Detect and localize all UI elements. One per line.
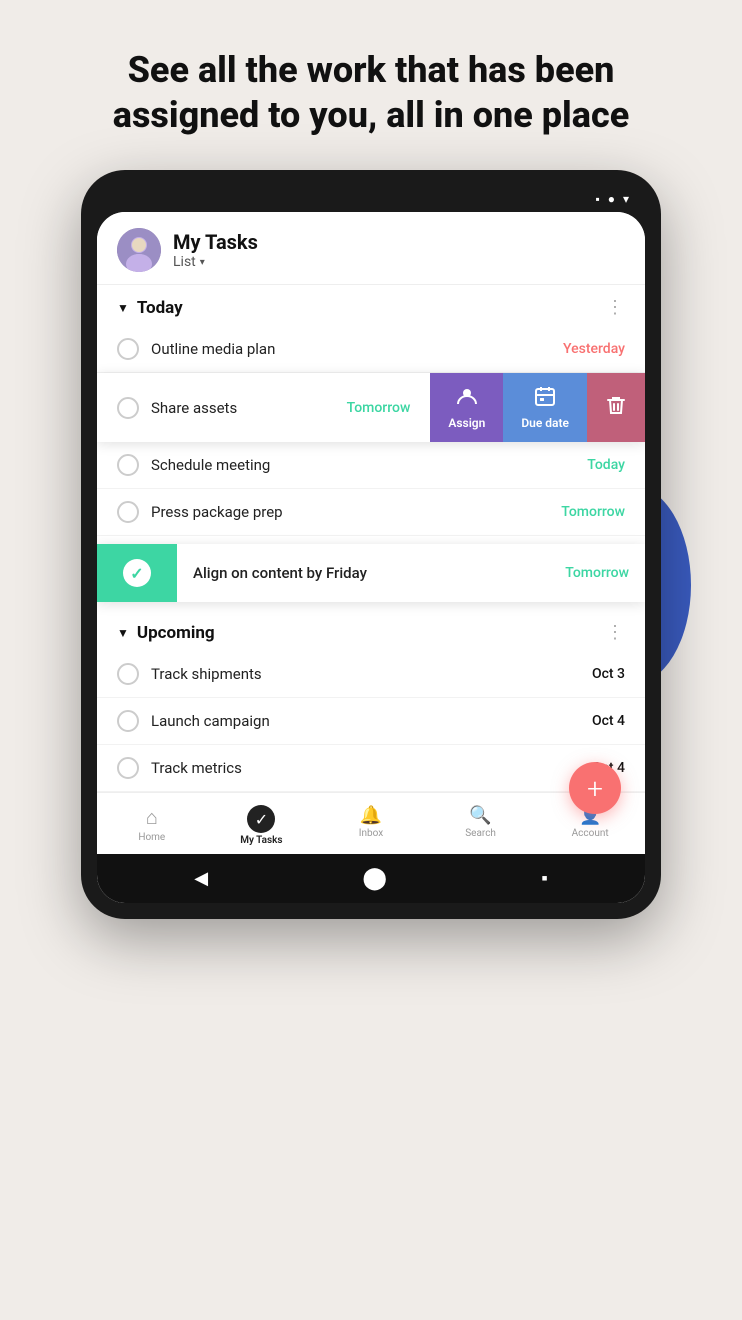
task-name: Schedule meeting xyxy=(151,456,575,474)
swipe-complete-row[interactable]: ✓ Align on content by Friday Tomorrow xyxy=(97,544,645,602)
delete-icon xyxy=(605,394,627,421)
today-triangle-icon: ▼ xyxy=(117,301,129,315)
my-tasks-icon: ✓ xyxy=(255,810,268,829)
upcoming-triangle-icon: ▼ xyxy=(117,626,129,640)
status-bar: ▪ ● ▾ xyxy=(97,186,645,212)
status-icon-wifi: ● xyxy=(608,192,615,206)
app-title-group: My Tasks List ▾ xyxy=(173,230,258,270)
app-subtitle[interactable]: List ▾ xyxy=(173,254,258,270)
nav-my-tasks[interactable]: ✓ My Tasks xyxy=(207,801,317,850)
avatar-face xyxy=(117,228,161,272)
headline-line2: assigned to you, all in one place xyxy=(113,94,629,136)
due-date-label: Due date xyxy=(521,416,569,430)
task-name: Track shipments xyxy=(151,665,580,683)
fab-add-button[interactable]: + xyxy=(569,762,621,814)
swipe-complete-content: Align on content by Friday Tomorrow xyxy=(177,548,645,598)
task-row[interactable]: Outline media plan Yesterday xyxy=(97,326,645,373)
nav-account-label: Account xyxy=(572,828,609,839)
upcoming-section-header: ▼ Upcoming ⋮ xyxy=(97,610,645,651)
today-section-menu[interactable]: ⋮ xyxy=(606,297,625,318)
task-checkbox[interactable] xyxy=(117,501,139,523)
screen: My Tasks List ▾ ▼ Today ⋮ Outline medi xyxy=(97,212,645,903)
android-recents-button[interactable]: ▪ xyxy=(541,868,547,889)
chevron-down-icon: ▾ xyxy=(200,257,205,268)
app-title: My Tasks xyxy=(173,230,258,254)
due-date-button[interactable]: Due date xyxy=(503,373,587,442)
home-icon: ⌂ xyxy=(146,805,158,830)
assign-button[interactable]: Assign xyxy=(430,373,503,442)
nav-search-label: Search xyxy=(465,828,496,839)
swipe-actions: Assign Due date xyxy=(430,373,645,442)
user-avatar xyxy=(117,228,161,272)
task-checkbox[interactable] xyxy=(117,757,139,779)
search-icon: 🔍 xyxy=(469,805,491,826)
inbox-icon: 🔔 xyxy=(360,805,382,826)
align-content-name: Align on content by Friday xyxy=(193,564,553,582)
task-name: Launch campaign xyxy=(151,712,580,730)
task-checkbox[interactable] xyxy=(117,338,139,360)
task-name: Press package prep xyxy=(151,503,549,521)
headline-line1: See all the work that has been xyxy=(128,49,615,91)
nav-inbox[interactable]: 🔔 Inbox xyxy=(316,801,426,850)
task-date: Tomorrow xyxy=(561,504,625,520)
swipe-complete-check-icon: ✓ xyxy=(123,559,151,587)
nav-search[interactable]: 🔍 Search xyxy=(426,801,536,850)
bottom-nav: ⌂ Home ✓ My Tasks 🔔 Inbox 🔍 Search xyxy=(97,792,645,854)
swipe-task-row[interactable]: Share assets Tomorrow Assign xyxy=(97,373,645,442)
nav-inbox-label: Inbox xyxy=(359,828,383,839)
upcoming-section-menu[interactable]: ⋮ xyxy=(606,622,625,643)
swipe-task-content: Share assets Tomorrow xyxy=(97,381,430,435)
nav-home[interactable]: ⌂ Home xyxy=(97,801,207,850)
today-section-header: ▼ Today ⋮ xyxy=(97,285,645,326)
phone: ▪ ● ▾ xyxy=(81,170,661,919)
assign-icon xyxy=(456,385,478,412)
task-checkbox[interactable] xyxy=(117,454,139,476)
upcoming-section-title: Upcoming xyxy=(137,623,215,643)
today-section-title: Today xyxy=(137,298,183,318)
swipe-complete-bg: ✓ xyxy=(97,544,177,602)
task-date: Oct 4 xyxy=(592,713,625,729)
phone-wrapper: ▪ ● ▾ xyxy=(81,170,661,919)
status-icon-signal: ▪ xyxy=(595,192,599,206)
task-row[interactable]: Launch campaign Oct 4 xyxy=(97,698,645,745)
task-row[interactable]: Press package prep Tomorrow xyxy=(97,489,645,536)
app-header: My Tasks List ▾ xyxy=(97,212,645,285)
task-date: Yesterday xyxy=(563,341,625,357)
task-name: Outline media plan xyxy=(151,340,551,358)
task-checkbox[interactable] xyxy=(117,663,139,685)
share-assets-checkbox[interactable] xyxy=(117,397,139,419)
due-date-icon xyxy=(534,385,556,412)
android-back-button[interactable]: ◀ xyxy=(194,868,208,889)
status-icon-battery: ▾ xyxy=(623,192,629,206)
assign-label: Assign xyxy=(448,416,485,430)
align-content-date: Tomorrow xyxy=(565,565,629,581)
task-row[interactable]: Track metrics Oct 4 xyxy=(97,745,645,792)
android-nav-bar: ◀ ⬤ ▪ xyxy=(97,854,645,903)
task-date: Today xyxy=(587,457,625,473)
task-row[interactable]: Schedule meeting Today xyxy=(97,442,645,489)
subtitle-list: List xyxy=(173,254,196,270)
share-assets-date: Tomorrow xyxy=(347,400,411,416)
nav-my-tasks-label: My Tasks xyxy=(240,835,282,846)
task-name: Track metrics xyxy=(151,759,580,777)
upcoming-title-row: ▼ Upcoming xyxy=(117,623,215,643)
task-checkbox[interactable] xyxy=(117,710,139,732)
android-home-button[interactable]: ⬤ xyxy=(362,866,387,891)
nav-active-indicator: ✓ xyxy=(247,805,275,833)
headline: See all the work that has been assigned … xyxy=(53,0,689,170)
today-title-row: ▼ Today xyxy=(117,298,183,318)
task-row[interactable]: Track shipments Oct 3 xyxy=(97,651,645,698)
share-assets-name: Share assets xyxy=(151,399,335,417)
nav-home-label: Home xyxy=(138,832,165,843)
task-date: Oct 3 xyxy=(592,666,625,682)
fab-plus-icon: + xyxy=(587,772,603,805)
delete-button[interactable] xyxy=(587,373,645,442)
